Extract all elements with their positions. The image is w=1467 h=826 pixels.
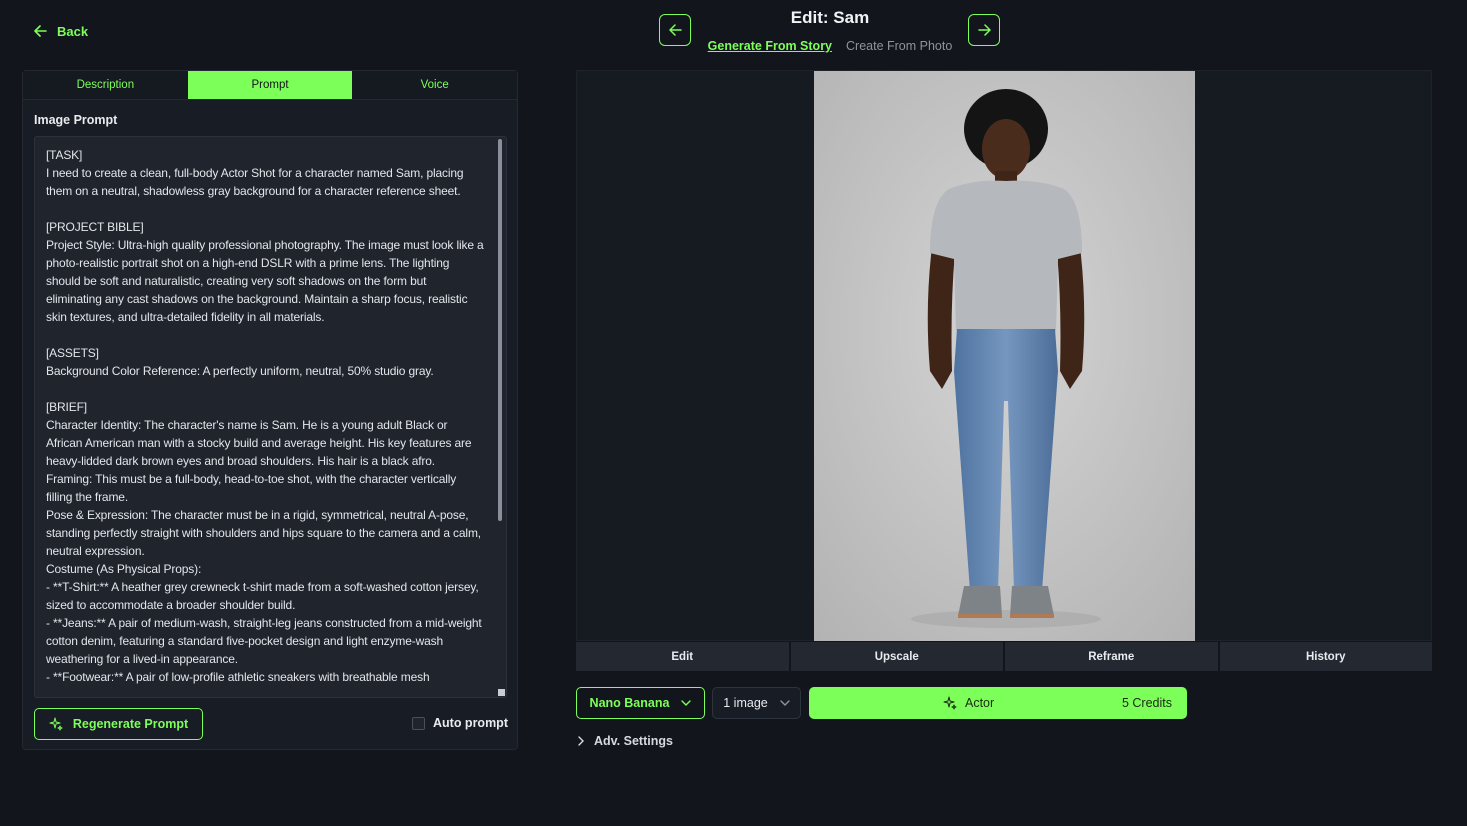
prompt-text[interactable]: [TASK] I need to create a clean, full-bo… [35, 137, 497, 697]
panel-tabs: Description Prompt Voice [23, 71, 518, 100]
model-label: Nano Banana [589, 696, 670, 710]
regenerate-label: Regenerate Prompt [72, 717, 189, 731]
arrow-right-icon [977, 24, 991, 36]
chevron-down-icon [681, 700, 692, 706]
auto-prompt-label: Auto prompt [433, 716, 508, 730]
character-photo [814, 71, 1195, 641]
previous-character-button[interactable] [659, 14, 691, 46]
image-prompt-label: Image Prompt [34, 113, 118, 127]
tab-prompt[interactable]: Prompt [187, 71, 353, 99]
character-figure [814, 71, 1195, 641]
advanced-settings-toggle[interactable]: Adv. Settings [578, 734, 673, 748]
back-label: Back [57, 23, 89, 39]
generate-label: Actor [965, 696, 995, 710]
regenerate-prompt-button[interactable]: Regenerate Prompt [34, 708, 203, 740]
page-title: Edit: Sam [790, 8, 870, 27]
next-character-button[interactable] [968, 14, 1000, 46]
reframe-button[interactable]: Reframe [1005, 642, 1218, 671]
advanced-settings-label: Adv. Settings [594, 734, 673, 748]
auto-prompt-toggle[interactable]: Auto prompt [412, 716, 508, 730]
mode-tabs: Generate From Story Create From Photo [700, 39, 960, 53]
model-select[interactable]: Nano Banana [576, 687, 705, 719]
image-actions: Edit Upscale Reframe History [576, 642, 1432, 671]
sparkles-icon [943, 696, 957, 710]
image-count-select[interactable]: 1 image [712, 687, 801, 719]
sparkles-icon [49, 717, 63, 731]
count-label: 1 image [723, 696, 768, 710]
chevron-right-icon [578, 736, 584, 746]
edit-button[interactable]: Edit [576, 642, 789, 671]
prompt-panel: Description Prompt Voice Image Prompt [T… [22, 70, 518, 750]
arrow-left-icon [34, 25, 47, 37]
arrow-left-icon [668, 24, 682, 36]
history-button[interactable]: History [1219, 642, 1432, 671]
upscale-button[interactable]: Upscale [790, 642, 1003, 671]
resize-handle[interactable] [498, 689, 505, 696]
prompt-scrollbar[interactable] [498, 139, 504, 695]
tab-description[interactable]: Description [23, 71, 188, 99]
generate-actor-button[interactable]: Actor 5 Credits [809, 687, 1187, 719]
back-button[interactable]: Back [34, 20, 88, 42]
tab-generate-from-story[interactable]: Generate From Story [708, 39, 832, 53]
tab-voice[interactable]: Voice [352, 71, 518, 99]
tab-create-from-photo[interactable]: Create From Photo [846, 39, 952, 53]
credits-label: 5 Credits [1121, 696, 1172, 710]
image-prompt-textarea[interactable]: [TASK] I need to create a clean, full-bo… [34, 136, 507, 698]
scrollbar-thumb[interactable] [498, 139, 502, 521]
auto-prompt-checkbox[interactable] [412, 716, 425, 730]
image-preview [576, 70, 1432, 641]
chevron-down-icon [780, 700, 790, 706]
